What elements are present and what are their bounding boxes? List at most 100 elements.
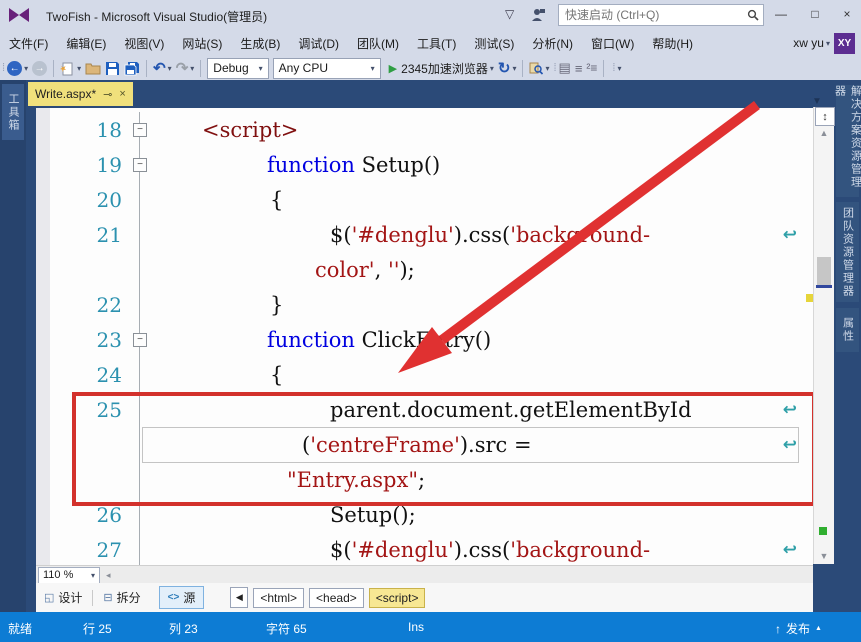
menu-item[interactable]: 网站(S) (173, 30, 231, 56)
forward-icon: → (32, 61, 47, 76)
collapse-region-icon[interactable]: − (133, 158, 147, 172)
navigate-forward-button[interactable]: → (30, 57, 49, 79)
menu-item[interactable]: 团队(M) (348, 30, 408, 56)
code-line[interactable]: 18−<script> (36, 112, 813, 147)
code-segment: } (270, 293, 283, 317)
quick-launch-search[interactable] (558, 4, 764, 26)
search-input[interactable] (563, 7, 747, 23)
editor-corner-caret-icon[interactable]: ▼ (812, 96, 822, 107)
undo-dropdown-caret[interactable]: ▾ (168, 64, 172, 73)
code-line[interactable]: 19−function Setup() (36, 147, 813, 182)
sidebar-item-team-explorer[interactable]: 团队资源管理器 (836, 202, 859, 302)
avatar[interactable]: XY (834, 33, 855, 54)
code-line[interactable]: 22} (36, 287, 813, 322)
code-line[interactable]: 20{ (36, 182, 813, 217)
open-file-button[interactable] (83, 57, 103, 79)
breadcrumb-item[interactable]: <html> (253, 588, 304, 608)
collapse-region-icon[interactable]: − (133, 123, 147, 137)
code-text: } (152, 293, 813, 317)
minimize-button[interactable]: — (766, 2, 796, 26)
scroll-left-icon[interactable]: ◂ (106, 570, 111, 581)
scrollbar-thumb[interactable] (817, 257, 831, 287)
menu-items: 文件(F)编辑(E)视图(V)网站(S)生成(B)调试(D)团队(M)工具(T)… (0, 30, 702, 56)
code-line[interactable]: 27$('#denglu').css('background-↩ (36, 532, 813, 565)
new-file-dropdown-caret[interactable]: ▾ (77, 64, 81, 73)
code-line[interactable]: 23−function ClickEntry() (36, 322, 813, 357)
breadcrumb-back-button[interactable]: ◀ (230, 587, 248, 608)
menu-item[interactable]: 窗口(W) (582, 30, 643, 56)
scroll-down-icon[interactable]: ▼ (814, 551, 834, 561)
feedback-flag-icon[interactable]: ▽ (505, 7, 514, 21)
publish-button[interactable]: ↑ 发布 ▲ (775, 620, 822, 637)
window-title: TwoFish - Microsoft Visual Studio(管理员) (46, 8, 267, 25)
user-name[interactable]: xw yu (793, 36, 824, 50)
code-editor[interactable]: 18−<script>19−function Setup()20{21$('#d… (36, 108, 813, 565)
title-bar: TwoFish - Microsoft Visual Studio(管理员) ▽… (0, 0, 861, 30)
redo-button[interactable]: ↷ ▾ (174, 57, 197, 79)
menu-item[interactable]: 调试(D) (289, 30, 348, 56)
menu-item[interactable]: 帮助(H) (643, 30, 702, 56)
code-line[interactable]: 24{ (36, 357, 813, 392)
sidebar-item-solution-explorer[interactable]: 解决方案资源管理器 (836, 85, 859, 197)
code-line[interactable]: 21$('#denglu').css('background-↩ (36, 217, 813, 252)
toolbar-overflow-button[interactable]: ⁞ ▾ (608, 57, 623, 79)
menu-item[interactable]: 视图(V) (115, 30, 173, 56)
maximize-button[interactable]: □ (800, 2, 830, 26)
toolbar-grip[interactable]: ⁞ (2, 62, 3, 74)
run-dropdown-caret[interactable]: ▾ (490, 64, 494, 73)
pin-icon[interactable]: ⊸ (103, 88, 112, 101)
redo-dropdown-caret[interactable]: ▾ (190, 64, 194, 73)
menu-item[interactable]: 分析(N) (523, 30, 582, 56)
start-debugging-button[interactable]: ▶ 2345加速浏览器 ▾ (387, 57, 496, 79)
new-file-button[interactable]: ▾ (58, 57, 83, 79)
back-icon: ← (7, 61, 22, 76)
word-wrap-icon: ↩ (783, 225, 797, 245)
refresh-button[interactable]: ↻ ▾ (496, 57, 519, 79)
toolbar-separator (603, 60, 604, 77)
search-icon (747, 9, 759, 21)
menu-item[interactable]: 编辑(E) (57, 30, 115, 56)
breadcrumb: <html><head><script> (248, 588, 425, 608)
indent-icon: ≡ (575, 61, 583, 76)
save-button[interactable] (103, 57, 122, 79)
undo-button[interactable]: ↶ ▾ (151, 57, 174, 79)
document-outline-button[interactable]: ▤ (557, 57, 573, 79)
refresh-icon: ↻ (498, 59, 511, 77)
find-in-files-button[interactable]: ▾ (527, 57, 551, 79)
sidebar-item-toolbox[interactable]: 工具箱 (2, 84, 24, 140)
solution-configuration-dropdown[interactable]: Debug ▾ (207, 58, 268, 79)
format-selection-button[interactable]: ²≡ (584, 57, 599, 79)
back-dropdown-caret[interactable]: ▾ (24, 64, 28, 73)
collapse-region-icon[interactable]: − (133, 333, 147, 347)
menu-item[interactable]: 工具(T) (408, 30, 465, 56)
tab-close-icon[interactable]: × (119, 88, 125, 100)
save-all-button[interactable] (122, 57, 142, 79)
feedback-person-icon[interactable] (531, 8, 546, 22)
sidebar-item-properties[interactable]: 属性 (836, 308, 859, 352)
close-button[interactable]: × (832, 2, 861, 26)
menu-item[interactable]: 生成(B) (231, 30, 289, 56)
format-document-button[interactable]: ≡ (573, 57, 585, 79)
split-view-button[interactable]: ⊟ 拆分 (95, 587, 148, 608)
undo-icon: ↶ (153, 59, 166, 77)
zoom-level-dropdown[interactable]: 110 % ▾ (38, 567, 100, 584)
menu-item[interactable]: 文件(F) (0, 30, 57, 56)
toolbar-grip[interactable]: ⁞ (553, 62, 554, 74)
user-dropdown-caret[interactable]: ▾ (826, 39, 830, 48)
find-dropdown-caret[interactable]: ▾ (545, 64, 549, 73)
tab-write-aspx[interactable]: Write.aspx* ⊸ × (28, 82, 133, 106)
status-column: 列 23 (169, 620, 198, 637)
source-view-button[interactable]: <> 源 (159, 586, 205, 609)
toolbar-separator (53, 60, 54, 77)
breadcrumb-item[interactable]: <script> (369, 588, 426, 608)
breadcrumb-item[interactable]: <head> (309, 588, 364, 608)
run-browser-label: 2345加速浏览器 (401, 60, 488, 77)
code-line[interactable]: color', ''); (36, 252, 813, 287)
menu-item[interactable]: 测试(S) (465, 30, 523, 56)
design-view-button[interactable]: ◱ 设计 (36, 587, 90, 608)
solution-platform-dropdown[interactable]: Any CPU ▾ (273, 58, 381, 79)
navigate-back-button[interactable]: ← ▾ (5, 57, 30, 79)
refresh-dropdown-caret[interactable]: ▾ (512, 64, 516, 73)
configuration-value: Debug (213, 61, 248, 75)
code-text: color', ''); (152, 258, 813, 282)
